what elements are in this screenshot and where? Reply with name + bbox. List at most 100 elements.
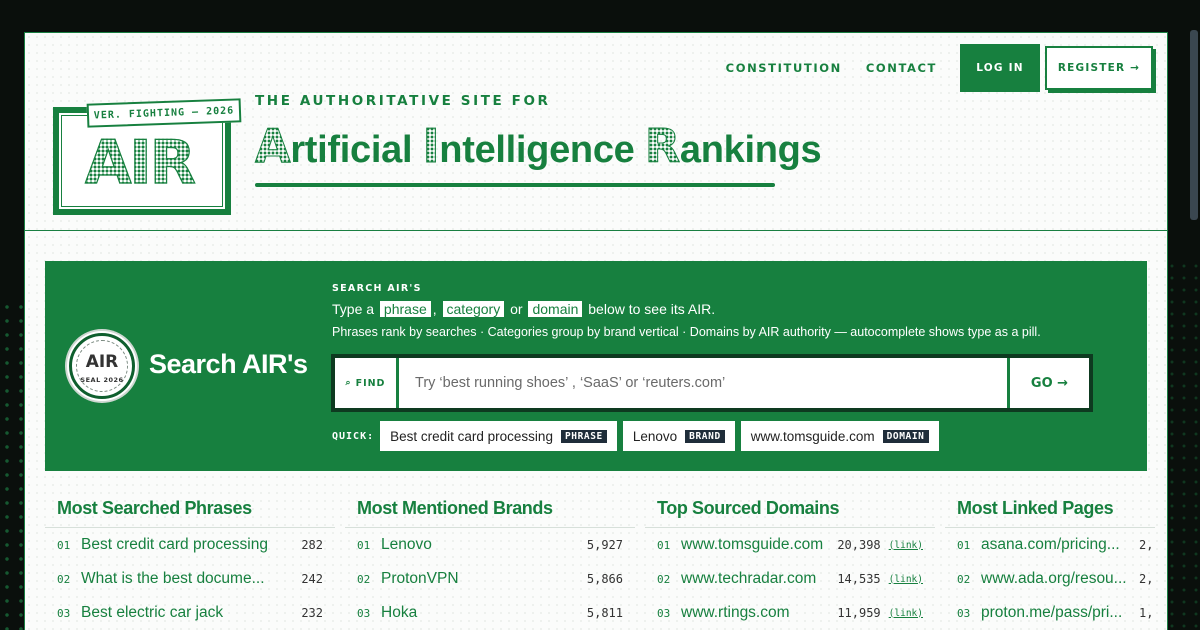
search-help-text: Phrases rank by searches · Categories gr… (332, 325, 1041, 339)
find-tag: ⌕ FIND (335, 358, 399, 408)
item-count: 242 (301, 572, 323, 586)
list-item[interactable]: 02 ProtonVPN 5,866 (345, 562, 635, 596)
top-nav: CONSTITUTION CONTACT LOG IN REGISTER → (726, 45, 1153, 91)
item-count: 5,927 (586, 538, 623, 552)
list-title: Top Sourced Domains (645, 494, 935, 528)
register-button[interactable]: REGISTER → (1045, 46, 1153, 90)
intro-suffix: below to see its AIR. (588, 301, 716, 317)
search-intro: Type a phrase, category or domain below … (332, 301, 715, 317)
search-panel: AIR SEAL 2026 Search AIR's SEARCH AIR'S … (45, 261, 1147, 471)
site-title: Artificial Intelligence Rankings (254, 119, 821, 174)
rank-number: 03 (957, 606, 971, 620)
rank-number: 03 (57, 606, 71, 620)
item-name: Best electric car jack (81, 604, 224, 621)
item-count: 5,811 (586, 606, 623, 620)
rank-number: 02 (657, 572, 671, 586)
list-item[interactable]: 01 Lenovo 5,927 (345, 528, 635, 562)
find-label: FIND (355, 377, 386, 389)
seal-text: AIR (85, 352, 119, 372)
nav-constitution-link[interactable]: CONSTITUTION (726, 61, 842, 75)
rank-number: 02 (957, 572, 971, 586)
search-box: ⌕ FIND GO → (332, 355, 1092, 411)
item-name: www.rtings.com (681, 604, 790, 621)
item-count: 5,866 (586, 572, 623, 586)
title-cap-a: A (254, 119, 291, 174)
nav-contact-link[interactable]: CONTACT (866, 61, 937, 75)
item-name: www.techradar.com (681, 570, 817, 587)
seal-subtext: SEAL 2026 (80, 376, 124, 384)
item-name: ProtonVPN (381, 570, 459, 587)
quick-chip-domain[interactable]: www.tomsguide.com DOMAIN (740, 421, 939, 451)
search-label: SEARCH AIR'S (332, 283, 422, 294)
list-item[interactable]: 02 www.techradar.com 14,535 (link) (645, 562, 935, 596)
list-mentioned-brands: Most Mentioned Brands 01 Lenovo 5,927 02 Pr… (345, 494, 645, 630)
item-count: 11,959 (837, 606, 881, 620)
list-item[interactable]: 03 proton.me/pass/pri... 1, (945, 596, 1155, 630)
item-name: Hoka (381, 604, 418, 621)
quick-picks: QUICK: Best credit card processing PHRAS… (332, 421, 945, 451)
site-tagline: THE AUTHORITATIVE SITE FOR (255, 93, 551, 109)
item-count: 20,398 (837, 538, 881, 552)
pill-domain: domain (528, 301, 583, 317)
search-icon: ⌕ (345, 378, 352, 388)
item-name: What is the best docume... (81, 570, 265, 587)
logo-text: AIR (84, 128, 196, 198)
search-input[interactable] (399, 358, 1007, 408)
login-button[interactable]: LOG IN (961, 45, 1039, 91)
window-scrollbar[interactable] (1190, 30, 1198, 220)
title-word-artificial: rtificial (290, 129, 423, 171)
rank-number: 01 (57, 538, 71, 552)
intro-sep-or: or (510, 301, 523, 317)
chip-text: www.tomsguide.com (750, 428, 875, 444)
list-linked-pages: Most Linked Pages 01 asana.com/pricing...… (945, 494, 1155, 630)
list-item[interactable]: 02 What is the best docume... 242 (45, 562, 335, 596)
title-word-intelligence: ntelligence (439, 129, 645, 171)
air-seal-icon: AIR SEAL 2026 (69, 333, 135, 399)
chip-text: Best credit card processing (390, 428, 553, 444)
item-name: www.tomsguide.com (681, 536, 824, 553)
ranking-lists: Most Searched Phrases 01 Best credit card… (45, 494, 1200, 630)
chip-type-badge: PHRASE (560, 429, 607, 443)
title-cap-r: R (644, 119, 680, 174)
item-count: 2, (1139, 538, 1154, 552)
pill-category: category (442, 301, 505, 317)
title-underline (255, 183, 775, 187)
item-name: Best credit card processing (81, 536, 268, 553)
chip-text: Lenovo (632, 428, 678, 444)
item-link[interactable]: (link) (889, 540, 923, 551)
list-item[interactable]: 01 Best credit card processing 282 (45, 528, 335, 562)
rank-number: 01 (957, 538, 971, 552)
list-title: Most Linked Pages (945, 494, 1155, 528)
rank-number: 01 (357, 538, 371, 552)
quick-label: QUICK: (332, 430, 375, 442)
item-link[interactable]: (link) (889, 608, 923, 619)
chip-type-badge: DOMAIN (882, 429, 929, 443)
item-name: proton.me/pass/pri... (981, 604, 1123, 621)
search-panel-title: Search AIR's (149, 349, 308, 379)
item-count: 2, (1139, 572, 1154, 586)
list-item[interactable]: 03 Hoka 5,811 (345, 596, 635, 630)
list-item[interactable]: 03 Best electric car jack 232 (45, 596, 335, 630)
go-button[interactable]: GO → (1007, 358, 1089, 408)
rank-number: 03 (357, 606, 371, 620)
pill-phrase: phrase (379, 301, 431, 317)
item-count: 1, (1139, 606, 1154, 620)
list-item[interactable]: 02 www.ada.org/resou... 2, (945, 562, 1155, 596)
rank-number: 01 (657, 538, 671, 552)
item-name: www.ada.org/resou... (981, 570, 1127, 587)
item-link[interactable]: (link) (889, 574, 923, 585)
site-header: CONSTITUTION CONTACT LOG IN REGISTER → V… (25, 33, 1167, 231)
rank-number: 02 (357, 572, 371, 586)
quick-chip-brand[interactable]: Lenovo BRAND (622, 421, 735, 451)
list-sourced-domains: Top Sourced Domains 01 www.tomsguide.com 2… (645, 494, 945, 630)
list-item[interactable]: 01 www.tomsguide.com 20,398 (link) (645, 528, 935, 562)
list-item[interactable]: 01 asana.com/pricing... 2, (945, 528, 1155, 562)
quick-chip-phrase[interactable]: Best credit card processing PHRASE (380, 421, 617, 451)
title-cap-i: I (422, 119, 440, 174)
list-searched-phrases: Most Searched Phrases 01 Best credit card… (45, 494, 345, 630)
list-item[interactable]: 03 www.rtings.com 11,959 (link) (645, 596, 935, 630)
item-name: Lenovo (381, 536, 432, 553)
item-count: 14,535 (837, 572, 881, 586)
site-logo[interactable]: VER. FIGHTING — 2026 AIR (53, 98, 242, 215)
rank-number: 03 (657, 606, 671, 620)
